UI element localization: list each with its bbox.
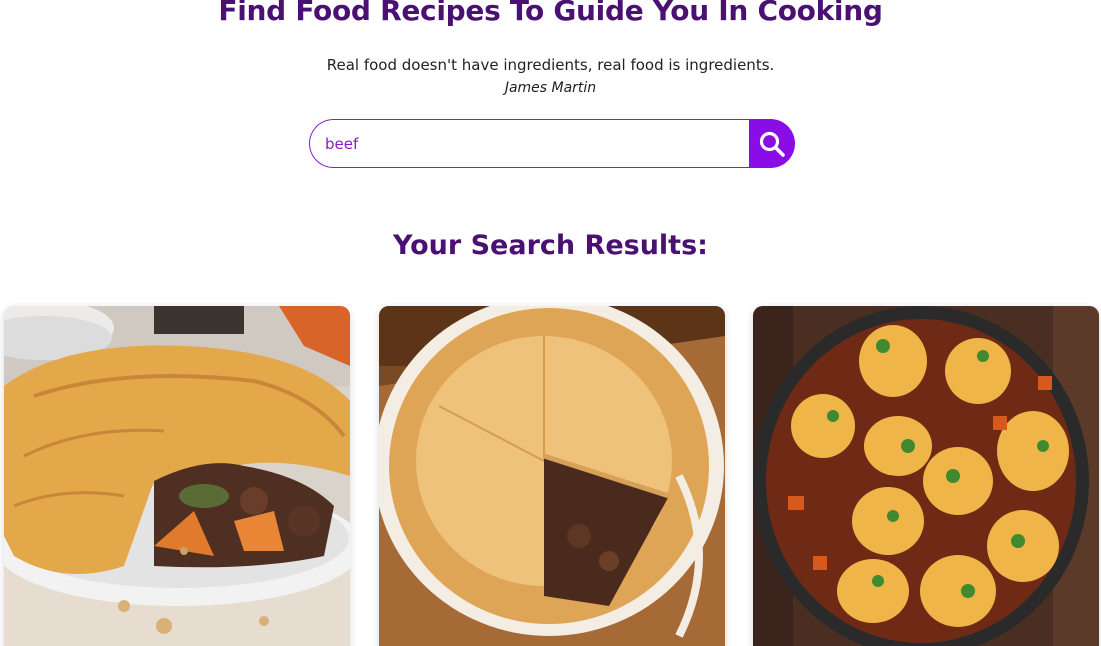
recipe-image — [379, 306, 725, 646]
search-button[interactable] — [749, 119, 795, 168]
search-input[interactable] — [309, 119, 750, 168]
quote-author: James Martin — [504, 80, 597, 96]
recipe-card[interactable] — [753, 306, 1099, 646]
search-icon — [759, 131, 785, 157]
results-title: Your Search Results: — [393, 230, 708, 261]
search-bar — [309, 119, 795, 168]
recipe-card[interactable] — [379, 306, 725, 646]
recipe-card[interactable] — [4, 306, 350, 646]
page-title: Find Food Recipes To Guide You In Cookin… — [218, 0, 883, 27]
quote-text: Real food doesn't have ingredients, real… — [326, 56, 775, 74]
page: Find Food Recipes To Guide You In Cookin… — [0, 0, 1101, 646]
recipe-image — [753, 306, 1099, 646]
recipe-image — [4, 306, 350, 646]
